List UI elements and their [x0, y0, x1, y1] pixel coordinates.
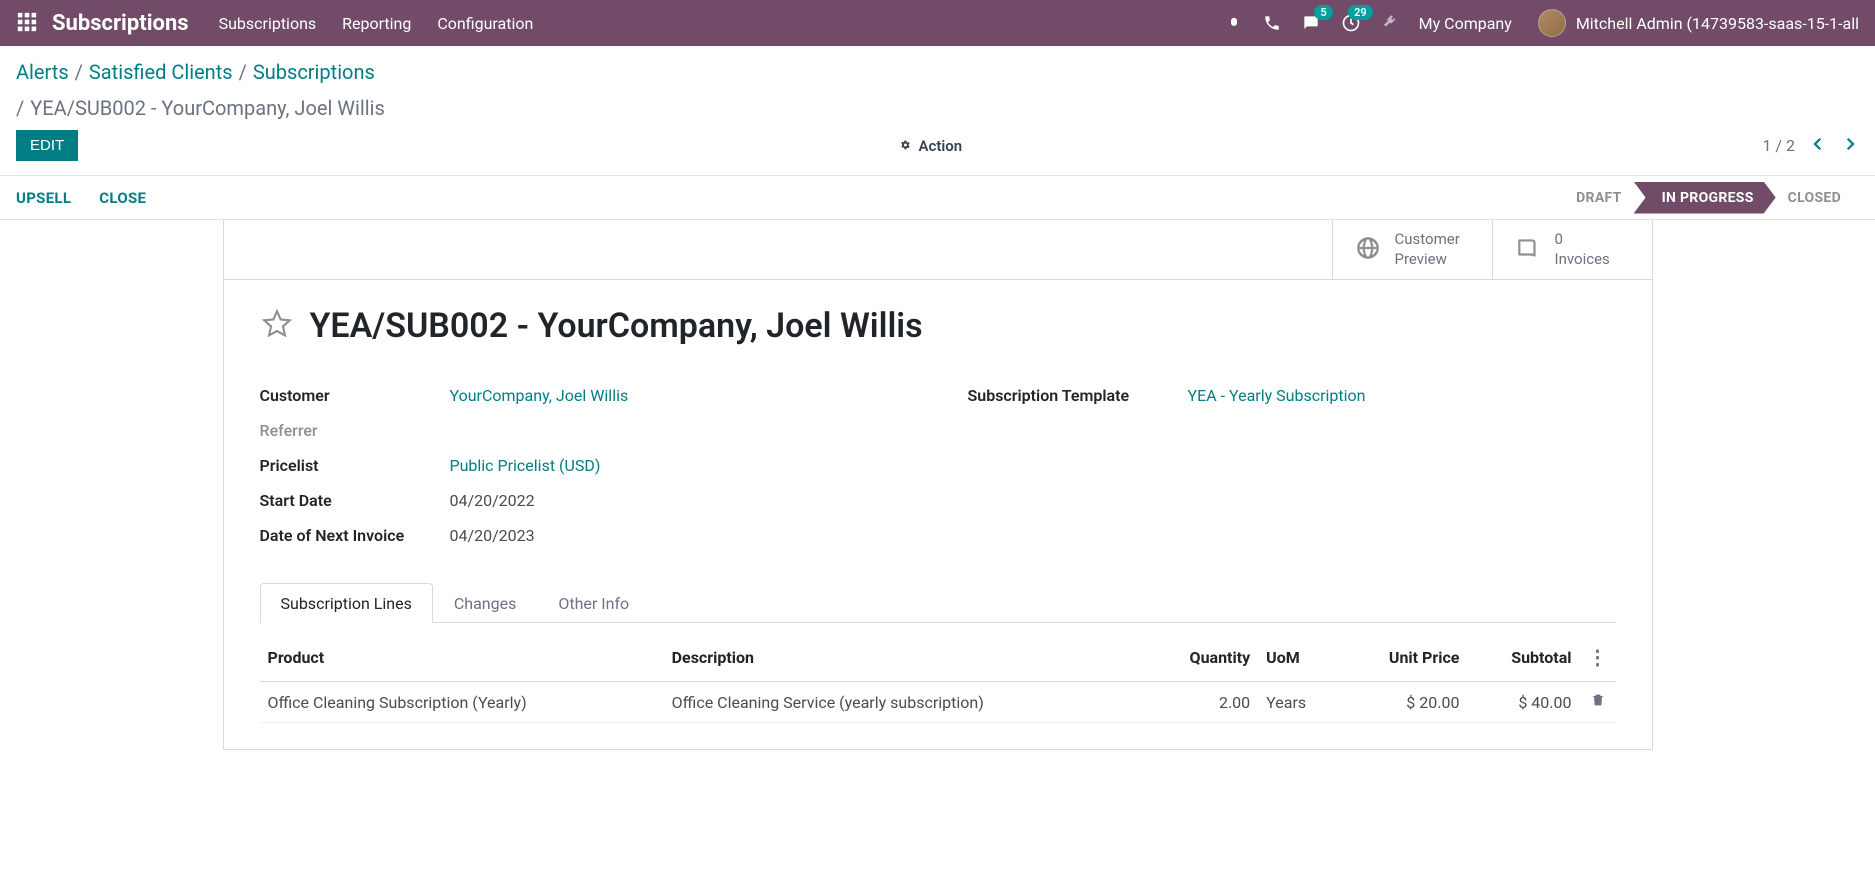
control-panel: Alerts / Satisfied Clients / Subscriptio…	[0, 46, 1875, 176]
cell-description: Office Cleaning Service (yearly subscrip…	[664, 682, 1146, 723]
breadcrumb: Alerts / Satisfied Clients / Subscriptio…	[0, 46, 1875, 120]
activities-badge: 29	[1348, 5, 1373, 20]
upsell-button[interactable]: UPSELL	[16, 189, 71, 207]
trash-icon[interactable]	[1590, 693, 1606, 712]
username: Mitchell Admin (14739583-saas-15-1-all	[1576, 14, 1859, 33]
messages-badge: 5	[1314, 5, 1332, 20]
app-brand[interactable]: Subscriptions	[52, 11, 189, 36]
company-switcher[interactable]: My Company	[1419, 14, 1512, 33]
stat-invoices-label: Invoices	[1555, 250, 1610, 270]
th-uom: UoM	[1258, 633, 1340, 682]
edit-button[interactable]: EDIT	[16, 130, 78, 161]
debug-icon[interactable]	[1225, 14, 1243, 32]
label-next-invoice: Date of Next Invoice	[260, 526, 450, 545]
stage-in-progress[interactable]: IN PROGRESS	[1634, 182, 1776, 214]
value-pricelist[interactable]: Public Pricelist (USD)	[450, 456, 601, 475]
cell-product: Office Cleaning Subscription (Yearly)	[260, 682, 664, 723]
cell-unit-price: $ 20.00	[1340, 682, 1467, 723]
value-next-invoice: 04/20/2023	[450, 526, 535, 545]
breadcrumb-alerts[interactable]: Alerts	[16, 60, 69, 84]
value-template[interactable]: YEA - Yearly Subscription	[1188, 386, 1366, 405]
studio-icon[interactable]	[1381, 14, 1399, 32]
messages-icon[interactable]: 5	[1301, 13, 1321, 33]
status-bar: UPSELL CLOSE DRAFT IN PROGRESS CLOSED	[0, 176, 1875, 220]
th-description: Description	[664, 633, 1146, 682]
form-sheet: Customer Preview 0 Invoices YEA/SUB002	[223, 220, 1653, 750]
label-pricelist: Pricelist	[260, 456, 450, 475]
main-navbar: Subscriptions Subscriptions Reporting Co…	[0, 0, 1875, 46]
th-quantity: Quantity	[1146, 633, 1259, 682]
label-start-date: Start Date	[260, 491, 450, 510]
status-stages: DRAFT IN PROGRESS CLOSED	[1558, 182, 1859, 214]
star-icon[interactable]	[260, 307, 294, 345]
cell-subtotal: $ 40.00	[1467, 682, 1579, 723]
breadcrumb-current: YEA/SUB002 - YourCompany, Joel Willis	[30, 96, 385, 120]
th-subtotal: Subtotal	[1467, 633, 1579, 682]
systray: 5 29 My Company Mitchell Admin (14739583…	[1225, 9, 1859, 37]
pager-text: 1 / 2	[1762, 136, 1795, 155]
breadcrumb-satisfied-clients[interactable]: Satisfied Clients	[89, 60, 233, 84]
action-dropdown[interactable]: Action	[879, 137, 963, 155]
invoices-button[interactable]: 0 Invoices	[1492, 220, 1652, 279]
customer-preview-button[interactable]: Customer Preview	[1332, 220, 1492, 279]
pager-next[interactable]	[1841, 135, 1859, 157]
pager-prev[interactable]	[1809, 135, 1827, 157]
stat-customer-l2: Preview	[1395, 250, 1460, 270]
stat-customer-l1: Customer	[1395, 230, 1460, 250]
book-icon	[1515, 235, 1541, 265]
label-template: Subscription Template	[968, 386, 1188, 405]
tab-other-info[interactable]: Other Info	[537, 583, 650, 623]
stat-invoices-count: 0	[1555, 230, 1610, 250]
form-right-column: Subscription Template YEA - Yearly Subsc…	[968, 378, 1616, 553]
action-label: Action	[919, 137, 963, 155]
cell-uom: Years	[1258, 682, 1340, 723]
apps-icon[interactable]	[16, 11, 40, 35]
menu-configuration[interactable]: Configuration	[437, 14, 533, 33]
value-customer[interactable]: YourCompany, Joel Willis	[450, 386, 629, 405]
menu-reporting[interactable]: Reporting	[342, 14, 411, 33]
form-left-column: Customer YourCompany, Joel Willis Referr…	[260, 378, 908, 553]
tabs: Subscription Lines Changes Other Info	[260, 583, 1616, 623]
button-box: Customer Preview 0 Invoices	[224, 220, 1652, 280]
avatar	[1538, 9, 1566, 37]
breadcrumb-subscriptions[interactable]: Subscriptions	[253, 60, 375, 84]
tab-subscription-lines[interactable]: Subscription Lines	[260, 583, 433, 623]
close-button[interactable]: CLOSE	[99, 189, 146, 207]
record-title: YEA/SUB002 - YourCompany, Joel Willis	[310, 306, 923, 346]
stage-closed[interactable]: CLOSED	[1770, 184, 1859, 212]
globe-icon	[1355, 235, 1381, 265]
activities-icon[interactable]: 29	[1341, 13, 1361, 33]
table-row[interactable]: Office Cleaning Subscription (Yearly) Of…	[260, 682, 1616, 723]
value-start-date: 04/20/2022	[450, 491, 535, 510]
subscription-lines-table: Product Description Quantity UoM Unit Pr…	[260, 633, 1616, 723]
label-customer: Customer	[260, 386, 450, 405]
tab-changes[interactable]: Changes	[433, 583, 538, 623]
label-referrer: Referrer	[260, 421, 450, 440]
stage-draft[interactable]: DRAFT	[1558, 184, 1639, 212]
menu-subscriptions[interactable]: Subscriptions	[219, 14, 317, 33]
table-options-icon[interactable]: ⋮	[1588, 645, 1608, 669]
th-unit-price: Unit Price	[1340, 633, 1467, 682]
th-product: Product	[260, 633, 664, 682]
phone-icon[interactable]	[1263, 14, 1281, 32]
user-menu[interactable]: Mitchell Admin (14739583-saas-15-1-all	[1538, 9, 1859, 37]
cell-quantity: 2.00	[1146, 682, 1259, 723]
